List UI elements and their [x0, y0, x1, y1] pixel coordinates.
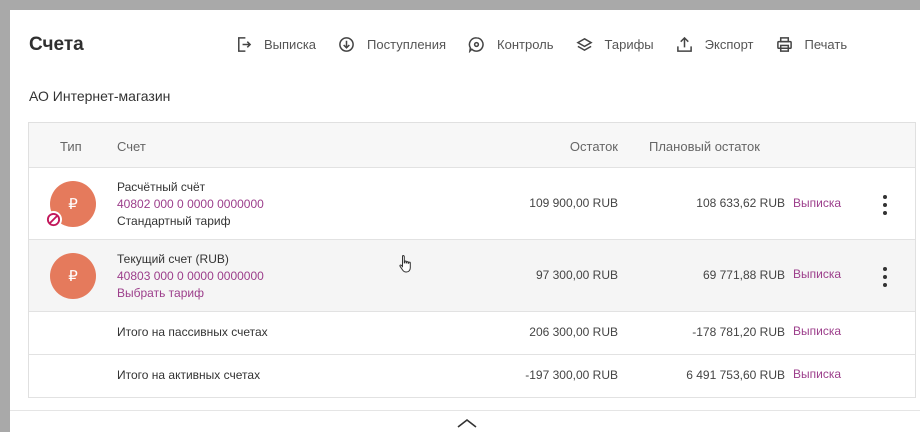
account-planned-balance: 108 633,62 RUB: [696, 196, 785, 210]
collapse-bar: [10, 410, 920, 432]
statement-link[interactable]: Выписка: [793, 324, 841, 338]
account-planned-balance: 69 771,88 RUB: [702, 268, 785, 282]
account-name: Текущий счет (RUB): [117, 252, 229, 266]
blocked-icon: [45, 211, 62, 228]
toolbar-export-button[interactable]: Экспорт: [676, 36, 754, 53]
account-balance: 109 900,00 RUB: [529, 196, 618, 210]
total-balance: 206 300,00 RUB: [529, 325, 618, 339]
print-icon: [776, 37, 792, 52]
account-number[interactable]: 40802 000 0 0000 0000000: [117, 196, 264, 213]
control-icon: [468, 37, 484, 53]
toolbar-incoming-button[interactable]: Поступления: [338, 36, 446, 53]
table-header: Тип Счет Остаток Плановый остаток: [29, 123, 915, 168]
toolbar-label: Выписка: [264, 37, 317, 52]
select-tariff-link[interactable]: Выбрать тариф: [117, 285, 264, 302]
toolbar-statement-button[interactable]: Выписка: [235, 36, 316, 53]
toolbar-label: Экспорт: [704, 37, 754, 52]
column-type: Тип: [60, 139, 82, 154]
total-label: Итого на пассивных счетах: [117, 325, 268, 339]
account-name: Расчётный счёт: [117, 180, 206, 194]
export-icon: [676, 36, 692, 52]
total-planned-balance: 6 491 753,60 RUB: [686, 368, 785, 382]
tariffs-icon: [575, 37, 593, 52]
table-row[interactable]: ₽ Расчётный счёт 40802 000 0 0000 000000…: [29, 168, 915, 240]
total-label: Итого на активных счетах: [117, 368, 261, 382]
incoming-icon: [339, 37, 354, 52]
account-info: Расчётный счёт 40802 000 0 0000 0000000 …: [117, 179, 264, 230]
toolbar-label: Поступления: [367, 37, 447, 52]
account-info: Текущий счет (RUB) 40803 000 0 0000 0000…: [117, 251, 264, 302]
statement-export-icon: [238, 37, 252, 52]
column-planned: Плановый остаток: [649, 139, 760, 154]
accounts-card: Счета Выписка Поступления Контроль Тариф…: [10, 10, 920, 432]
column-account: Счет: [117, 139, 146, 154]
account-number[interactable]: 40803 000 0 0000 0000000: [117, 268, 264, 285]
total-planned-balance: -178 781,20 RUB: [692, 325, 785, 339]
toolbar-label: Контроль: [497, 37, 554, 52]
toolbar-control-button[interactable]: Контроль: [468, 36, 554, 53]
ruble-icon: ₽: [50, 253, 96, 299]
account-balance: 97 300,00 RUB: [535, 268, 618, 282]
toolbar: Выписка Поступления Контроль Тарифы Эксп…: [235, 36, 847, 53]
table-row: Итого на активных счетах -197 300,00 RUB…: [29, 355, 915, 398]
table-row: Итого на пассивных счетах 206 300,00 RUB…: [29, 312, 915, 355]
hand-cursor-icon: [399, 254, 411, 273]
chevron-up-icon[interactable]: [455, 417, 479, 429]
statement-link[interactable]: Выписка: [793, 196, 841, 210]
statement-link[interactable]: Выписка: [793, 367, 841, 381]
toolbar-tariffs-button[interactable]: Тарифы: [575, 36, 654, 53]
more-menu-icon[interactable]: [879, 195, 891, 215]
toolbar-print-button[interactable]: Печать: [776, 36, 848, 53]
table-row[interactable]: ₽ Текущий счет (RUB) 40803 000 0 0000 00…: [29, 240, 915, 312]
header: Счета Выписка Поступления Контроль Тариф…: [10, 10, 920, 78]
company-name: АО Интернет-магазин: [29, 88, 171, 104]
accounts-table: Тип Счет Остаток Плановый остаток ₽ Расч…: [28, 122, 916, 398]
toolbar-label: Печать: [804, 37, 848, 52]
total-balance: -197 300,00 RUB: [525, 368, 618, 382]
more-menu-icon[interactable]: [879, 267, 891, 287]
column-balance: Остаток: [569, 139, 618, 154]
page-title: Счета: [29, 34, 84, 55]
account-tariff: Стандартный тариф: [117, 214, 231, 228]
statement-link[interactable]: Выписка: [793, 267, 841, 281]
toolbar-label: Тарифы: [604, 37, 654, 52]
